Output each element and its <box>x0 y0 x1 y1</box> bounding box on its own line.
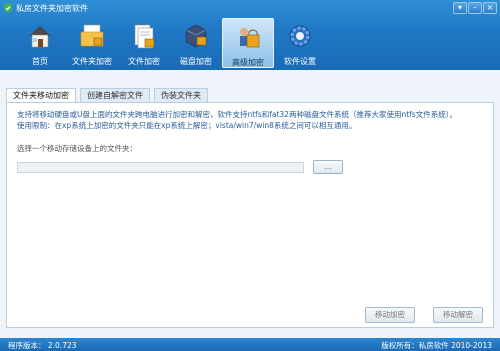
app-window: 私房文件夹加密软件 ▾ – × 首页 文件夹加密 文件加密 磁盘加密 高级加密 … <box>0 0 500 351</box>
file-encrypt-icon <box>134 24 155 49</box>
app-logo-icon <box>4 3 12 13</box>
tab-disguise-folder[interactable]: 伪装文件夹 <box>154 88 208 102</box>
toolbar-label: 文件夹加密 <box>72 57 112 66</box>
toolbar-disk-encrypt-button[interactable]: 磁盘加密 <box>170 18 222 68</box>
tab-bar: 文件夹移动加密 创建自解密文件 伪装文件夹 <box>6 88 212 103</box>
copyright-text: 版权所有：私房软件 2010-2013 <box>381 341 492 350</box>
advanced-encrypt-icon <box>240 28 260 48</box>
toolbar-settings-button[interactable]: 软件设置 <box>274 18 326 68</box>
status-bar: 程序版本： 2.0.723 版权所有：私房软件 2010-2013 <box>0 338 500 351</box>
toolbar-label: 磁盘加密 <box>180 57 212 66</box>
toolbar-label: 文件加密 <box>128 57 160 66</box>
folder-select-label: 选择一个移动存储设备上的文件夹： <box>17 144 137 153</box>
title-bar: 私房文件夹加密软件 ▾ – × <box>0 0 500 16</box>
top-banner: 私房文件夹加密软件 ▾ – × 首页 文件夹加密 文件加密 磁盘加密 高级加密 … <box>0 0 500 70</box>
description-line: 支持将移动硬盘或U盘上面的文件夹跨电脑进行加密和解密，软件支持ntfs和fat3… <box>17 110 457 119</box>
window-title: 私房文件夹加密软件 <box>16 4 88 13</box>
description: 支持将移动硬盘或U盘上面的文件夹跨电脑进行加密和解密，软件支持ntfs和fat3… <box>17 109 487 131</box>
move-encrypt-button[interactable]: 移动加密 <box>365 307 415 323</box>
toolbar-file-encrypt-button[interactable]: 文件加密 <box>118 18 170 68</box>
content-area: 文件夹移动加密 创建自解密文件 伪装文件夹 支持将移动硬盘或U盘上面的文件夹跨电… <box>0 70 500 338</box>
move-decrypt-button[interactable]: 移动解密 <box>433 307 483 323</box>
toolbar-advanced-encrypt-button[interactable]: 高级加密 <box>222 18 274 68</box>
tab-create-self-decrypt[interactable]: 创建自解密文件 <box>80 88 150 102</box>
version-text: 程序版本： 2.0.723 <box>8 341 77 350</box>
folder-encrypt-icon <box>80 24 104 47</box>
toolbar-home-button[interactable]: 首页 <box>14 18 66 68</box>
home-icon <box>29 26 51 48</box>
menu-dropdown-button[interactable]: ▾ <box>453 2 467 14</box>
folder-path-input[interactable] <box>17 162 304 173</box>
disk-encrypt-icon <box>185 24 207 48</box>
main-toolbar: 首页 文件夹加密 文件加密 磁盘加密 高级加密 软件设置 <box>14 18 326 68</box>
browse-button[interactable]: ... <box>313 160 343 174</box>
close-button[interactable]: × <box>483 2 497 14</box>
tab-folder-move-encrypt[interactable]: 文件夹移动加密 <box>6 88 76 103</box>
toolbar-label: 首页 <box>32 57 48 66</box>
toolbar-folder-encrypt-button[interactable]: 文件夹加密 <box>66 18 118 68</box>
description-line: 使用限制：在xp系统上加密的文件夹只能在xp系统上解密；vista/win7/w… <box>17 121 357 130</box>
toolbar-label: 软件设置 <box>284 57 316 66</box>
toolbar-label: 高级加密 <box>232 58 264 67</box>
minimize-button[interactable]: – <box>468 2 482 14</box>
gear-icon <box>289 25 311 47</box>
tab-panel: 支持将移动硬盘或U盘上面的文件夹跨电脑进行加密和解密，软件支持ntfs和fat3… <box>6 102 494 328</box>
